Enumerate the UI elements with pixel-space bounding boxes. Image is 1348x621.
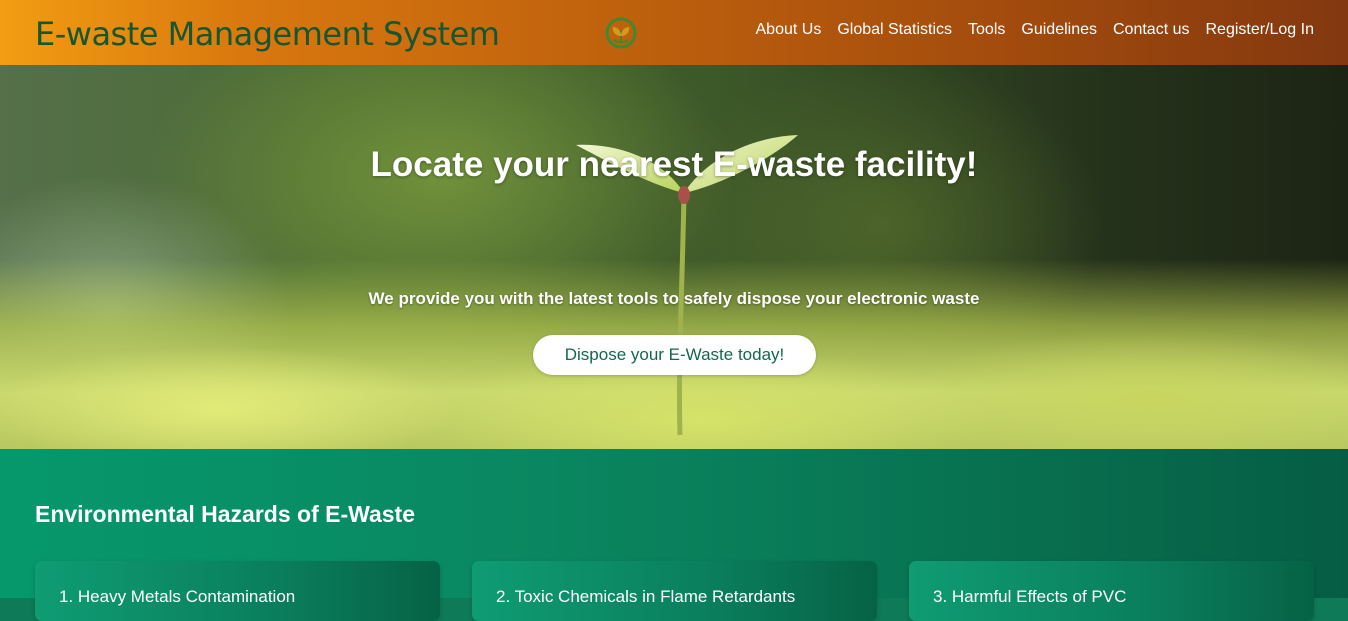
nav-about-us[interactable]: About Us (756, 21, 822, 39)
dispose-ewaste-button[interactable]: Dispose your E-Waste today! (533, 335, 816, 375)
hazard-card[interactable]: 3. Harmful Effects of PVC (909, 561, 1314, 621)
hero-title: Locate your nearest E-waste facility! (370, 145, 978, 184)
nav-register-login[interactable]: Register/Log In (1205, 21, 1314, 39)
hero-banner: Locate your nearest E-waste facility! We… (0, 65, 1348, 449)
hero-subtitle: We provide you with the latest tools to … (368, 289, 980, 308)
nav-tools[interactable]: Tools (968, 21, 1005, 39)
leaf-logo-icon[interactable] (604, 16, 638, 50)
nav-contact-us[interactable]: Contact us (1113, 21, 1189, 39)
hazard-card-title: 2. Toxic Chemicals in Flame Retardants (496, 587, 796, 606)
top-navbar: E-waste Management System About Us Globa… (0, 0, 1348, 65)
hazards-section: Environmental Hazards of E-Waste 1. Heav… (0, 449, 1348, 621)
hazard-card[interactable]: 2. Toxic Chemicals in Flame Retardants (472, 561, 877, 621)
nav-guidelines[interactable]: Guidelines (1021, 21, 1097, 39)
hazards-section-title: Environmental Hazards of E-Waste (35, 501, 416, 527)
hazard-card-title: 3. Harmful Effects of PVC (933, 587, 1127, 606)
site-brand[interactable]: E-waste Management System (35, 14, 500, 54)
hazard-card[interactable]: 1. Heavy Metals Contamination (35, 561, 440, 621)
main-nav: About Us Global Statistics Tools Guideli… (756, 21, 1315, 39)
nav-global-statistics[interactable]: Global Statistics (837, 21, 952, 39)
hazard-card-title: 1. Heavy Metals Contamination (59, 587, 296, 606)
